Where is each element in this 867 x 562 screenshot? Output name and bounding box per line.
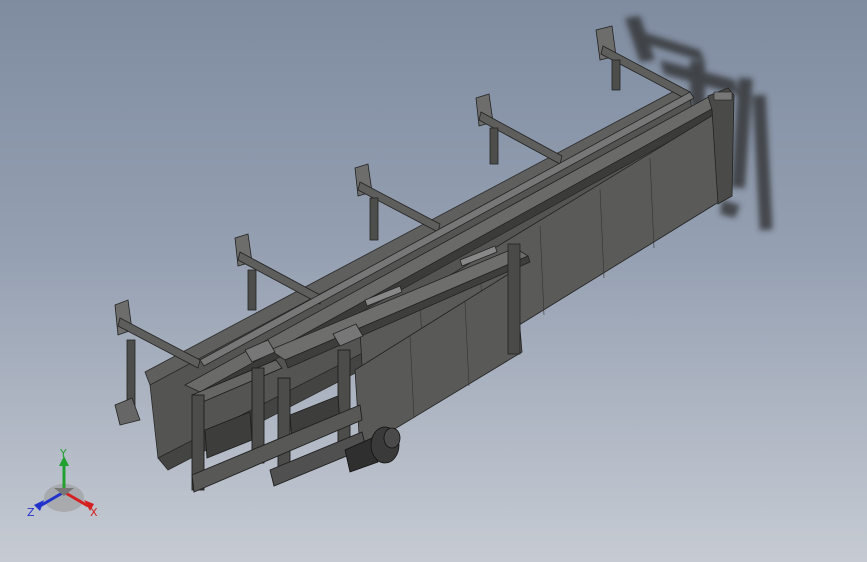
- conveyor-assembly-model[interactable]: [0, 0, 867, 562]
- orientation-triad[interactable]: Y X Z: [26, 448, 106, 523]
- cad-viewport[interactable]: Y X Z: [0, 0, 867, 562]
- z-axis-label: Z: [27, 506, 35, 519]
- x-axis-label: X: [90, 506, 98, 519]
- y-axis-label: Y: [59, 448, 67, 460]
